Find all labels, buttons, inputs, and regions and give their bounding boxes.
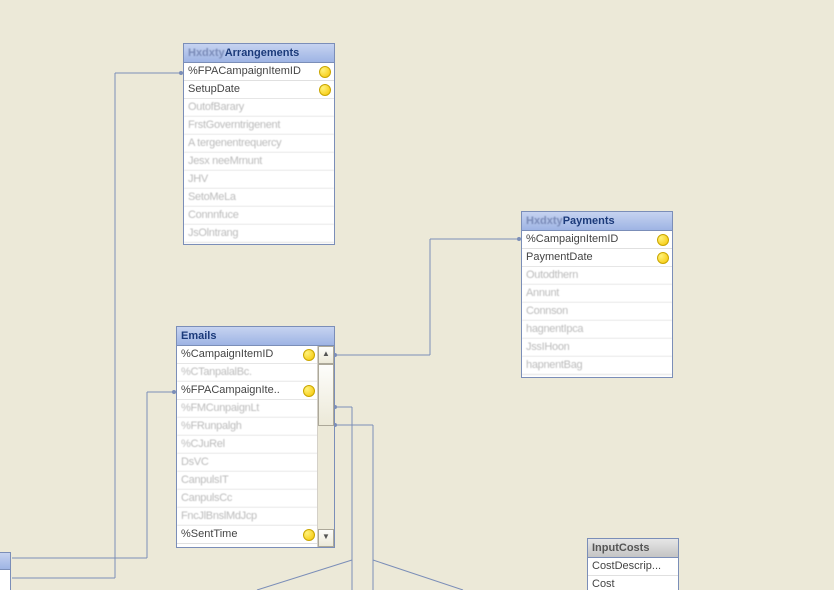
scroll-up-button[interactable]: ▲ [318,346,334,364]
field-row[interactable]: SetupDate [184,81,334,99]
table-inputcosts[interactable]: InputCosts CostDescrip...Cost [587,538,679,590]
diagram-canvas[interactable]: HxdxtyArrangements %FPACampaignItemIDSet… [0,0,834,590]
field-row[interactable]: PaymentDate [522,249,672,267]
field-row[interactable]: Connnfuce [184,207,334,225]
key-indicator-icon [657,252,669,264]
field-row[interactable]: FrstGoverntrigenent [184,117,334,135]
field-row[interactable]: Annunt [522,285,672,303]
field-row[interactable]: A tergenentrequercy [184,135,334,153]
key-indicator-icon [319,66,331,78]
table-title-payments[interactable]: HxdxtyPayments [522,212,672,231]
field-row[interactable]: CostDescrip... [588,558,678,576]
table-arrangements[interactable]: HxdxtyArrangements %FPACampaignItemIDSet… [183,43,335,245]
key-indicator-icon [657,234,669,246]
field-row[interactable]: FncJlBnslMdJcp [177,508,318,526]
scroll-track[interactable] [318,364,334,529]
field-row[interactable]: CanpulsCc [177,490,318,508]
table-payments[interactable]: HxdxtyPayments %CampaignItemIDPaymentDat… [521,211,673,378]
table-title-emails[interactable]: Emails [177,327,334,346]
field-row[interactable]: JsOlntrang [184,225,334,243]
field-row[interactable]: hapnentBag [522,357,672,375]
field-row[interactable]: hagnentIpca [522,321,672,339]
table-title-inputcosts[interactable]: InputCosts [588,539,678,558]
scroll-thumb[interactable] [318,364,334,426]
field-row[interactable]: %SentTime [177,526,318,544]
field-row[interactable]: SetoMeLa [184,189,334,207]
field-row[interactable]: %FPACampaignIte.. [177,382,318,400]
field-row[interactable]: %CTanpalalBc. [177,364,318,382]
table-body-arrangements: %FPACampaignItemIDSetupDateOutofBararyFr… [184,63,334,244]
field-row[interactable]: %CJuRel [177,436,318,454]
field-row[interactable]: %CampaignItemID [177,346,318,364]
table-title-arrangements[interactable]: HxdxtyArrangements [184,44,334,63]
field-row[interactable]: OutofBarary [184,99,334,117]
field-row[interactable]: JHV [184,171,334,189]
scrollbar[interactable]: ▲ ▼ [317,346,334,547]
table-emails[interactable]: Emails %CampaignItemID%CTanpalalBc.%FPAC… [176,326,335,548]
key-indicator-icon [319,84,331,96]
field-row[interactable]: %FPACampaignItemID [184,63,334,81]
field-row[interactable]: %CampaignItemID [522,231,672,249]
table-body-inputcosts: CostDescrip...Cost [588,558,678,590]
field-row[interactable]: Jesx neeMrnunt [184,153,334,171]
field-row[interactable]: Outodthern [522,267,672,285]
scroll-down-button[interactable]: ▼ [318,529,334,547]
field-row[interactable]: Connson [522,303,672,321]
field-row[interactable]: %FMCunpaignLt [177,400,318,418]
field-row[interactable]: JssIHoon [522,339,672,357]
table-body-payments: %CampaignItemIDPaymentDateOutodthernAnnu… [522,231,672,377]
field-row[interactable]: Cost [588,576,678,590]
key-indicator-icon [303,349,315,361]
field-row[interactable]: DsVC [177,454,318,472]
table-body-emails: %CampaignItemID%CTanpalalBc.%FPACampaign… [177,346,334,547]
field-row[interactable]: CanpulsIT [177,472,318,490]
relationship-wires [0,0,834,590]
field-row[interactable]: %FRunpalgh [177,418,318,436]
key-indicator-icon [303,385,315,397]
offscreen-table-stub[interactable] [0,552,11,590]
key-indicator-icon [303,529,315,541]
